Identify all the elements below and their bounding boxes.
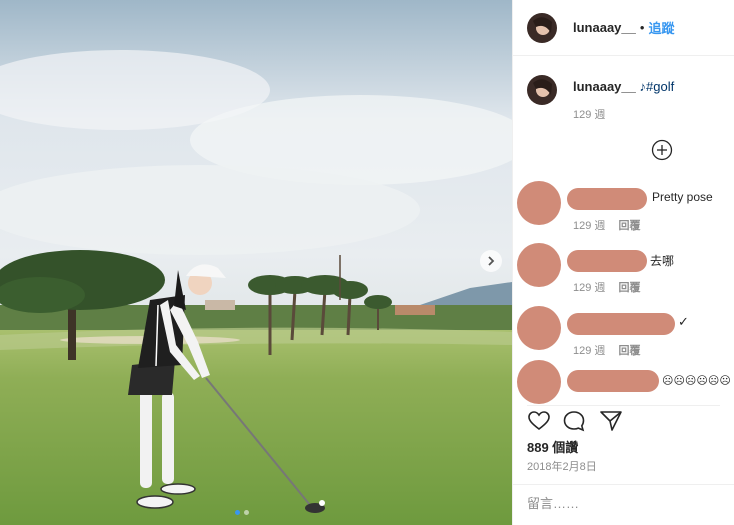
- comment-text: 去哪: [650, 254, 675, 268]
- add-comment-section: [513, 484, 734, 525]
- commenter-name-redacted[interactable]: [567, 313, 675, 335]
- comment-item: Pretty pose 129 週 回覆: [517, 181, 731, 233]
- reply-button[interactable]: 回覆: [618, 345, 640, 357]
- commenter-name-redacted[interactable]: [567, 370, 659, 392]
- comment-button[interactable]: [562, 409, 586, 433]
- commenter-name-redacted[interactable]: [567, 188, 647, 210]
- comment-timestamp: 129 週: [573, 282, 606, 294]
- commenter-avatar[interactable]: [517, 243, 561, 287]
- comment-timestamp: 129 週: [573, 220, 606, 232]
- comment-text: Pretty pose: [652, 190, 713, 204]
- reply-button[interactable]: 回覆: [618, 282, 640, 294]
- comment-meta: 129 週 回覆: [573, 279, 640, 295]
- post-username[interactable]: lunaaay__: [573, 20, 636, 35]
- caption-avatar[interactable]: [527, 75, 557, 105]
- comment-text: ☹☹☹☹☹☹: [662, 375, 731, 387]
- load-more-comments-icon: [651, 139, 673, 161]
- caption-username[interactable]: lunaaay__: [573, 79, 636, 94]
- likes-count[interactable]: 889 個讚: [527, 437, 578, 456]
- commenter-avatar[interactable]: [517, 306, 561, 350]
- follow-button[interactable]: 追蹤: [648, 18, 674, 37]
- comment-bubble-icon: [563, 411, 585, 432]
- carousel-indicator: [235, 510, 249, 515]
- comment-input[interactable]: [527, 496, 717, 511]
- comment-timestamp: 129 週: [573, 345, 606, 357]
- like-button[interactable]: [527, 409, 551, 433]
- post-date: 2018年2月8日: [527, 461, 597, 473]
- post-header: lunaaay__ • 追蹤: [513, 0, 734, 56]
- post-side-panel: lunaaay__ • 追蹤 lunaaay__ ♪#golf 129 週 Pr…: [512, 0, 734, 525]
- comment-item: 去哪 129 週 回覆: [517, 243, 731, 295]
- caption-timestamp: 129 週: [573, 109, 606, 121]
- next-arrow-icon: [488, 256, 495, 266]
- load-more-comments-button[interactable]: [651, 139, 673, 161]
- commenter-avatar[interactable]: [517, 181, 561, 225]
- comment-meta: 129 週 回覆: [573, 217, 640, 233]
- comment-item: ✓ 129 週 回覆: [517, 306, 731, 358]
- post-photo: [0, 0, 512, 525]
- caption-text[interactable]: ♪#golf: [640, 79, 675, 94]
- next-photo-button[interactable]: [480, 250, 502, 272]
- share-button[interactable]: [599, 409, 623, 433]
- commenter-name-redacted[interactable]: [567, 250, 647, 272]
- reply-button[interactable]: 回覆: [618, 220, 640, 232]
- comment-meta: 129 週 回覆: [573, 342, 640, 358]
- carousel-dot-active: [235, 510, 240, 515]
- carousel-dot: [244, 510, 249, 515]
- avatar[interactable]: [527, 12, 557, 43]
- comment-item: ☹☹☹☹☹☹: [517, 360, 731, 410]
- comment-text: ✓: [678, 314, 689, 329]
- caption-line: lunaaay__ ♪#golf: [573, 79, 674, 94]
- heart-icon: [528, 411, 550, 431]
- share-icon: [600, 411, 622, 431]
- commenter-avatar[interactable]: [517, 360, 561, 404]
- action-bar: [527, 405, 720, 433]
- separator-dot: •: [639, 20, 645, 35]
- golf-scene-image: [0, 0, 512, 525]
